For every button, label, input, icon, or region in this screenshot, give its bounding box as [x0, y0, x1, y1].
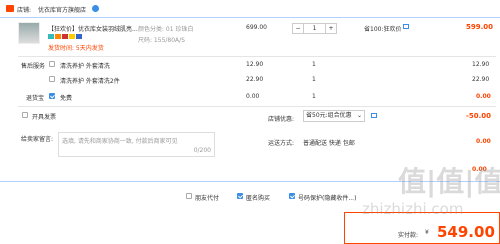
badge-icon — [48, 34, 54, 39]
discount-label: 店铺优惠: — [268, 116, 295, 123]
badge-row — [48, 34, 82, 39]
service-price: 22.90 — [246, 76, 264, 83]
shipping-cost: 0.00 — [476, 138, 491, 145]
quantity-stepper[interactable]: − 1 + — [292, 23, 337, 34]
plus-button[interactable]: + — [325, 24, 336, 33]
invoice-label[interactable]: 开具发票 — [32, 112, 56, 121]
return-insurance-price: 0.00 — [246, 93, 260, 100]
badge-icon — [62, 34, 68, 39]
service-total: 12.90 — [472, 61, 490, 68]
info-icon[interactable] — [371, 113, 377, 118]
return-insurance-checkbox[interactable] — [49, 93, 55, 99]
divider — [0, 17, 500, 18]
services-label: 售后服务 — [21, 63, 46, 70]
discount-select-value[interactable]: 省50元:组合优惠 — [306, 112, 352, 119]
return-insurance-total: 0.00 — [476, 93, 491, 100]
shop-icon — [6, 5, 14, 12]
payment-currency: ¥ — [425, 229, 429, 236]
ship-note: 发货时间: 5天内发货 — [48, 45, 104, 52]
item-subtotal: 599.00 — [466, 23, 494, 31]
shipping-method: 普通配送 快递 包邮 — [303, 140, 355, 147]
divider — [18, 106, 496, 107]
message-counter: 0/200 — [193, 147, 211, 154]
quantity-value[interactable]: 1 — [304, 24, 325, 33]
payment-label: 实付款: — [398, 232, 419, 239]
discount-select[interactable]: 省50元:组合优惠 ⌄ — [303, 110, 365, 122]
return-insurance-option: 免费 — [60, 95, 73, 102]
divider — [18, 56, 496, 57]
message-textarea[interactable]: 选填, 请先和商家协商一致, 付款后商家可见 0/200 — [58, 132, 215, 157]
product-title[interactable]: 【狂欢价】优衣库女装羽绒肌亮... — [48, 24, 138, 33]
chat-icon[interactable] — [92, 5, 99, 12]
unit-price: 699.00 — [246, 24, 267, 31]
promo-label: 省100:狂欢价 — [364, 26, 402, 33]
service-name[interactable]: 清洗养护 外套清洗2件 — [60, 76, 120, 85]
message-label: 给卖家留言: — [21, 136, 54, 143]
number-protect-checkbox[interactable] — [289, 193, 295, 199]
service-checkbox[interactable] — [49, 76, 55, 82]
watermark-url: zhizhizhi.com — [362, 200, 464, 218]
service-name[interactable]: 清洗养护 外套清洗 — [60, 61, 110, 70]
return-insurance-qty: 1 — [312, 93, 316, 100]
payment-amount: 549.00 — [437, 223, 495, 241]
sku-color: 颜色分类: 01 珍珠白 — [138, 26, 194, 33]
service-price: 12.90 — [246, 61, 264, 68]
friend-pay-checkbox[interactable] — [186, 193, 192, 199]
return-insurance-label: 退货宝 — [26, 95, 45, 102]
service-total: 22.90 — [472, 76, 490, 83]
service-qty: 1 — [312, 61, 316, 68]
info-icon[interactable] — [403, 24, 409, 29]
sku-size: 尺码: 155/80A/S — [138, 37, 185, 44]
anonymous-checkbox[interactable] — [237, 193, 243, 199]
service-checkbox[interactable] — [49, 61, 55, 67]
badge-icon — [55, 34, 61, 39]
service-qty: 1 — [312, 76, 316, 83]
discount-amount: -50.00 — [466, 112, 492, 120]
minus-button[interactable]: − — [293, 24, 304, 33]
shop-prefix: 店铺: — [17, 7, 32, 14]
watermark-logo: 值|值|值 — [398, 165, 500, 198]
invoice-checkbox[interactable] — [22, 112, 28, 118]
message-placeholder: 选填, 请先和商家协商一致, 付款后商家可见 — [62, 138, 178, 145]
number-protect-label[interactable]: 号码保护(隐藏收件...) — [298, 193, 356, 202]
shipping-label: 运送方式: — [268, 140, 295, 147]
badge-icon — [76, 34, 82, 39]
shop-name[interactable]: 优衣库官方旗舰店 — [38, 5, 86, 14]
badge-icon — [69, 34, 75, 39]
anonymous-label[interactable]: 匿名购买 — [246, 193, 270, 202]
friend-pay-label[interactable]: 朋友代付 — [195, 193, 219, 202]
product-image[interactable] — [18, 22, 40, 44]
chevron-down-icon[interactable]: ⌄ — [357, 111, 362, 121]
